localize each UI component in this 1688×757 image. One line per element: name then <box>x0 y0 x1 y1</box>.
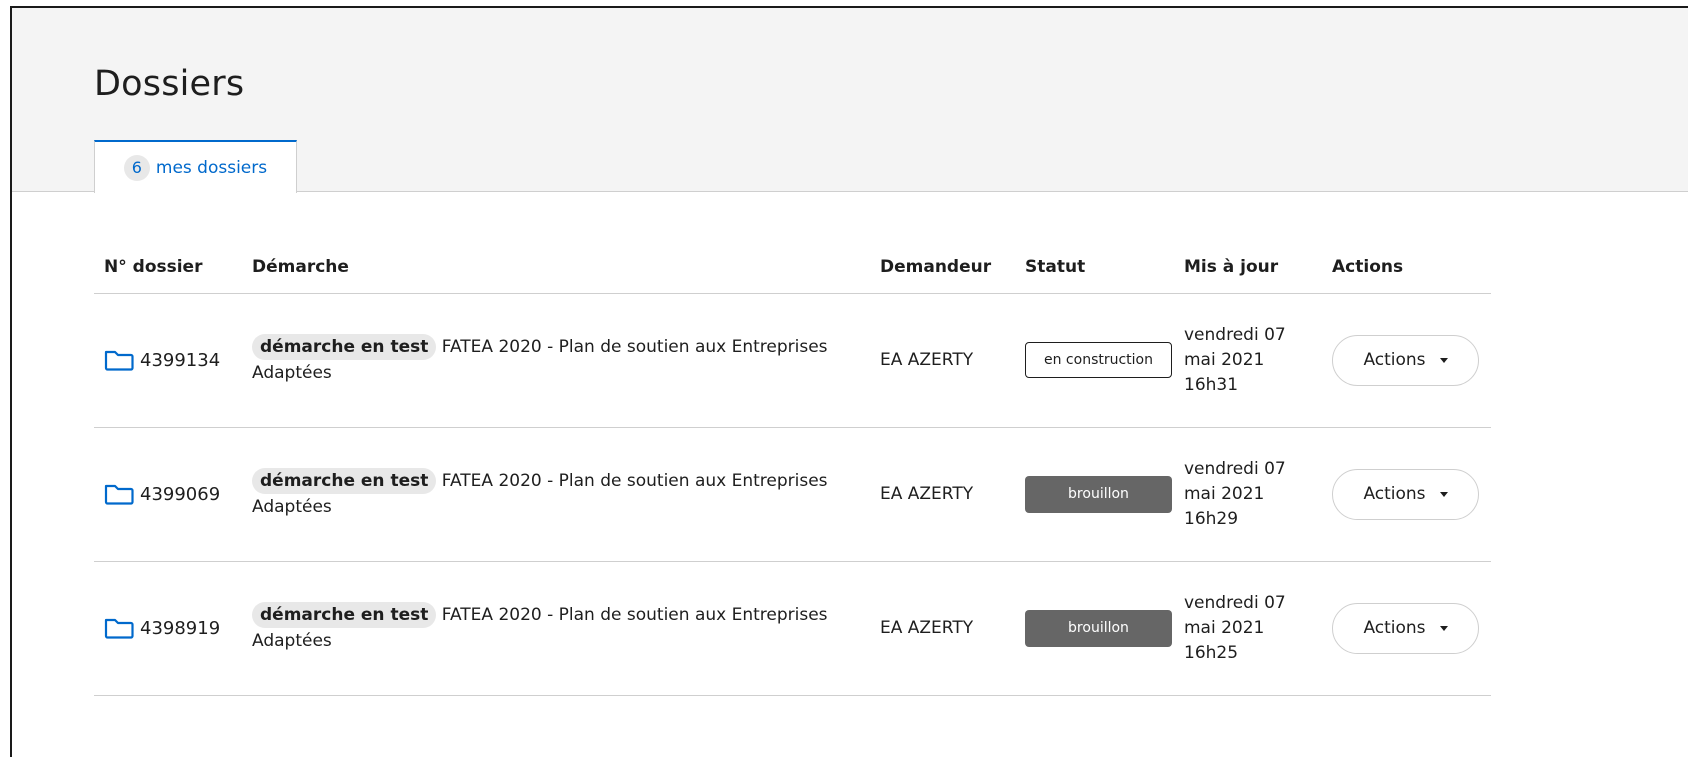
folder-icon <box>104 349 134 371</box>
cell-mis-a-jour: vendredi 07 mai 2021 16h31 <box>1174 293 1322 428</box>
status-badge: brouillon <box>1025 609 1172 647</box>
cell-mis-a-jour: vendredi 07 mai 2021 16h29 <box>1174 427 1322 562</box>
table-header-row: N° dossier Démarche Demandeur Statut Mis… <box>94 241 1491 294</box>
cell-mis-a-jour: vendredi 07 mai 2021 16h25 <box>1174 561 1322 696</box>
tab-mes-dossiers[interactable]: 6 mes dossiers <box>94 140 297 193</box>
actions-label: Actions <box>1363 618 1426 638</box>
cell-demarche: démarche en test FATEA 2020 - Plan de so… <box>242 427 870 562</box>
header-actions: Actions <box>1322 241 1491 294</box>
cell-demandeur: EA AZERTY <box>870 293 1015 428</box>
actions-button[interactable]: Actions <box>1332 602 1479 654</box>
test-badge: démarche en test <box>252 602 437 628</box>
updated-date: vendredi 07 mai 2021 16h31 <box>1184 324 1286 395</box>
updated-date: vendredi 07 mai 2021 16h25 <box>1184 592 1286 663</box>
caret-down-icon <box>1439 625 1448 631</box>
header-statut: Statut <box>1015 241 1174 294</box>
test-badge: démarche en test <box>252 334 437 360</box>
cell-numero: 4399134 <box>94 293 242 428</box>
header-mis-a-jour: Mis à jour <box>1174 241 1322 294</box>
actions-label: Actions <box>1363 350 1426 370</box>
table-row[interactable]: 4398919 démarche en test FATEA 2020 - Pl… <box>94 561 1491 696</box>
cell-actions: Actions <box>1322 293 1491 428</box>
tab-count-badge: 6 <box>123 154 150 181</box>
header-demandeur: Demandeur <box>870 241 1015 294</box>
folder-icon <box>104 617 134 639</box>
status-badge: brouillon <box>1025 475 1172 513</box>
table-row[interactable]: 4399134 démarche en test FATEA 2020 - Pl… <box>94 293 1491 428</box>
actions-button[interactable]: Actions <box>1332 334 1479 386</box>
header-numero: N° dossier <box>94 241 242 294</box>
page-header: Dossiers 6 mes dossiers <box>12 8 1688 193</box>
app-frame: Dossiers 6 mes dossiers N° dossier Démar… <box>10 6 1688 757</box>
dossiers-table: N° dossier Démarche Demandeur Statut Mis… <box>94 241 1491 696</box>
dossier-number-link[interactable]: 4398919 <box>140 618 220 639</box>
cell-demarche: démarche en test FATEA 2020 - Plan de so… <box>242 293 870 428</box>
tab-label: mes dossiers <box>155 157 268 178</box>
status-badge: en construction <box>1025 342 1172 378</box>
cell-statut: brouillon <box>1015 561 1174 696</box>
cell-demandeur: EA AZERTY <box>870 427 1015 562</box>
page-title: Dossiers <box>94 64 245 104</box>
updated-date: vendredi 07 mai 2021 16h29 <box>1184 458 1286 529</box>
cell-numero: 4399069 <box>94 427 242 562</box>
header-demarche: Démarche <box>242 241 870 294</box>
test-badge: démarche en test <box>252 468 437 494</box>
cell-statut: brouillon <box>1015 427 1174 562</box>
actions-label: Actions <box>1363 484 1426 504</box>
cell-numero: 4398919 <box>94 561 242 696</box>
folder-icon <box>104 483 134 505</box>
table-row[interactable]: 4399069 démarche en test FATEA 2020 - Pl… <box>94 427 1491 562</box>
caret-down-icon <box>1439 491 1448 497</box>
cell-demandeur: EA AZERTY <box>870 561 1015 696</box>
cell-actions: Actions <box>1322 561 1491 696</box>
actions-button[interactable]: Actions <box>1332 468 1479 520</box>
cell-actions: Actions <box>1322 427 1491 562</box>
cell-statut: en construction <box>1015 293 1174 428</box>
caret-down-icon <box>1439 357 1448 363</box>
dossier-number-link[interactable]: 4399069 <box>140 484 220 505</box>
dossier-number-link[interactable]: 4399134 <box>140 350 220 371</box>
cell-demarche: démarche en test FATEA 2020 - Plan de so… <box>242 561 870 696</box>
